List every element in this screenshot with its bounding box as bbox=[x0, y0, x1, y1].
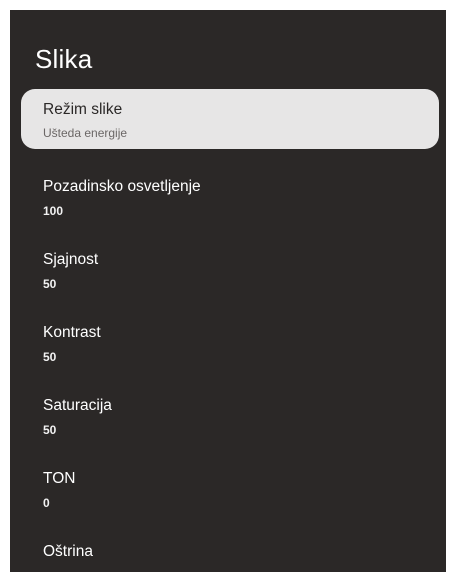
menu-item-value: 0 bbox=[43, 496, 50, 510]
page-title: Slika bbox=[35, 44, 93, 74]
menu-item-brightness[interactable]: Sjajnost 50 bbox=[21, 235, 439, 308]
menu-item-label: Kontrast bbox=[43, 324, 101, 341]
menu-item-value: 50 bbox=[43, 350, 57, 364]
menu-item-sharpness[interactable]: Oštrina bbox=[21, 527, 439, 572]
menu-item-label: TON bbox=[43, 470, 76, 487]
menu-item-backlight[interactable]: Pozadinsko osvetljenje 100 bbox=[21, 162, 439, 235]
menu-item-picture-mode[interactable]: Režim slike Ušteda energije bbox=[21, 89, 439, 149]
menu-item-value: 50 bbox=[43, 423, 57, 437]
menu-item-label: Pozadinsko osvetljenje bbox=[43, 178, 201, 195]
menu-item-value: 100 bbox=[43, 204, 64, 218]
settings-menu: Režim slike Ušteda energije Pozadinsko o… bbox=[21, 89, 439, 572]
menu-item-value: 50 bbox=[43, 277, 57, 291]
menu-item-contrast[interactable]: Kontrast 50 bbox=[21, 308, 439, 381]
menu-item-label: Režim slike bbox=[43, 101, 123, 118]
menu-item-value: Ušteda energije bbox=[43, 126, 128, 140]
menu-item-label: Oštrina bbox=[43, 543, 93, 560]
menu-item-label: Sjajnost bbox=[43, 251, 99, 268]
menu-item-saturation[interactable]: Saturacija 50 bbox=[21, 381, 439, 454]
menu-item-label: Saturacija bbox=[43, 397, 112, 414]
menu-item-tone[interactable]: TON 0 bbox=[21, 454, 439, 527]
picture-settings-panel: Slika Režim slike Ušteda energije Pozadi… bbox=[10, 10, 446, 572]
